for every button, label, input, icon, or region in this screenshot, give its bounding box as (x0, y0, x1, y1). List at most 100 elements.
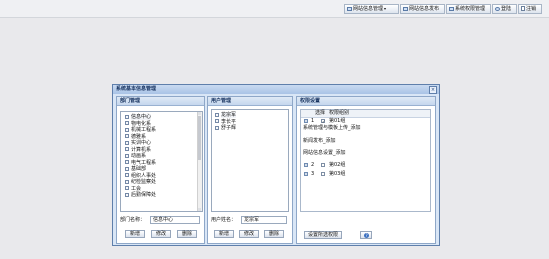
login-button[interactable]: 登陆 (492, 4, 517, 14)
user-delete-button[interactable]: 删除 (264, 230, 284, 238)
list-item-icon (215, 125, 219, 130)
list-item-label: 机械工程系 (131, 127, 157, 133)
system-permission-button[interactable]: 系统权限管理 (446, 4, 491, 14)
list-item-icon (125, 140, 129, 145)
list-item-label: 纪检监察处 (131, 179, 157, 185)
list-item-label: 计算机系 (131, 146, 152, 153)
dept-edit-button[interactable]: 修改 (151, 230, 171, 238)
top-toolbar: 网站信息管理▾ 网站信息发布 系统权限管理 登陆 注销 (0, 0, 549, 18)
toolbar-label: 网站信息发布 (409, 6, 440, 12)
list-item-icon (125, 160, 129, 164)
list-item-icon (125, 134, 129, 138)
dept-name-input[interactable]: 信息中心 (150, 216, 200, 224)
group-name: 第03组 (329, 171, 346, 177)
scroll-up-arrow[interactable] (198, 112, 201, 115)
col-group-header: 权限组别 (329, 110, 350, 116)
user-name-input[interactable]: 龙宗军 (241, 216, 287, 224)
list-item-icon (125, 179, 129, 184)
dept-add-button[interactable]: 新增 (125, 230, 145, 238)
list-item-label: 舒子辉 (221, 125, 237, 131)
user-panel: 用户管理 龙宗军 李长平 舒子辉 用户姓名： 龙宗军 新增 修改 删除 (207, 96, 293, 244)
window-icon (347, 6, 352, 11)
window-title: 系统基本信息管理 (116, 86, 157, 92)
permission-panel: 权限设置 选择 权限组别 1 ✓ 第01组 系统管理与模板上传_添加 新闻发布_… (296, 96, 436, 244)
row-1-detail-3: 网站信息设置_添加 (303, 150, 346, 156)
list-item-icon (125, 192, 129, 197)
set-permissions-button[interactable]: 设置所选权限 (304, 231, 342, 239)
window-icon (403, 6, 408, 11)
list-item-icon (215, 119, 219, 123)
list-item-icon (125, 166, 129, 171)
permission-row-1[interactable]: 1 ✓ 第01组 (301, 118, 430, 125)
list-item-icon (125, 114, 129, 119)
user-icon (495, 6, 500, 11)
list-item-label: 龙宗军 (221, 112, 237, 118)
help-icon: ? (364, 233, 369, 238)
list-item-label: 电气工程系 (131, 159, 157, 166)
list-item-label: 信息中心 (131, 114, 152, 120)
department-list-scrollbar[interactable] (197, 112, 202, 211)
list-item-label: 动画系 (131, 153, 147, 159)
toolbar-label: 注销 (526, 6, 537, 12)
list-item-icon (125, 173, 129, 177)
user-list[interactable]: 龙宗军 李长平 舒子辉 (211, 109, 289, 212)
window-title-bar[interactable]: 系统基本信息管理 (113, 85, 439, 94)
list-item-icon (125, 153, 129, 158)
permission-row-3[interactable]: 3 第03组 (301, 171, 430, 178)
grid-header: 选择 权限组别 (301, 110, 430, 118)
row-1-checkbox[interactable]: ✓ (321, 119, 325, 124)
user-add-button[interactable]: 新增 (214, 230, 234, 238)
row-1-detail-1: 系统管理与模板上传_添加 (303, 125, 361, 131)
basic-info-window: 系统基本信息管理 × 部门管理 信息中心 物电化系 机械工程系 德雅系 实训中心 计算机系… (112, 84, 440, 246)
row-number: 3 (311, 171, 315, 177)
toolbar-label: 系统权限管理 (455, 6, 486, 12)
dept-name-label: 部门名称： (120, 217, 146, 223)
expand-icon[interactable] (304, 119, 308, 123)
list-item[interactable]: 舒子辉 (215, 125, 288, 132)
list-item-label: 李长平 (221, 118, 237, 125)
department-list[interactable]: 信息中心 物电化系 机械工程系 德雅系 实训中心 计算机系 动画系 电气工程系 基础部 组织人事处… (120, 111, 203, 212)
permission-row-2[interactable]: 2 第02组 (301, 162, 430, 169)
window-icon (449, 6, 454, 11)
chevron-down-icon: ▾ (384, 6, 387, 11)
close-icon[interactable]: × (429, 86, 437, 94)
dropdown-label: 网站信息管理 (353, 6, 384, 12)
list-item-icon (215, 112, 219, 117)
site-info-publish-button[interactable]: 网站信息发布 (400, 4, 445, 14)
expand-icon[interactable] (304, 163, 308, 167)
scroll-down-arrow[interactable] (198, 208, 201, 211)
list-item-label: 后勤保障处 (131, 192, 157, 198)
dept-delete-button[interactable]: 删除 (177, 230, 197, 238)
department-panel-header: 部门管理 (117, 97, 204, 106)
row-number: 2 (311, 162, 315, 168)
expand-icon[interactable] (304, 172, 308, 176)
list-item-label: 工会 (131, 185, 142, 192)
scroll-thumb[interactable] (198, 116, 201, 160)
row-1-detail-2: 新闻发布_添加 (303, 138, 336, 144)
department-panel: 部门管理 信息中心 物电化系 机械工程系 德雅系 实训中心 计算机系 动画系 电气工程系 基础部… (116, 96, 205, 244)
site-info-manage-dropdown[interactable]: 网站信息管理▾ (344, 4, 399, 14)
permission-grid: 选择 权限组别 1 ✓ 第01组 系统管理与模板上传_添加 新闻发布_添加 网站… (300, 109, 431, 212)
list-item-label: 物电化系 (131, 120, 152, 127)
row-2-checkbox[interactable] (321, 163, 325, 167)
user-name-label: 用户姓名： (211, 217, 237, 223)
row-number: 1 (311, 118, 315, 124)
list-item-label: 基础部 (131, 166, 147, 172)
group-name: 第02组 (329, 162, 346, 168)
permission-panel-header: 权限设置 (297, 97, 435, 106)
group-name: 第01组 (329, 118, 346, 124)
list-item-icon (125, 186, 129, 190)
col-select-header: 选择 (315, 110, 326, 116)
list-item-label: 组织人事处 (131, 172, 157, 179)
row-3-checkbox[interactable] (321, 172, 325, 176)
file-icon (521, 6, 525, 11)
list-item-icon (125, 121, 129, 125)
help-button[interactable]: ? (360, 231, 372, 239)
user-edit-button[interactable]: 修改 (239, 230, 259, 238)
list-item-icon (125, 147, 129, 151)
logout-button[interactable]: 注销 (518, 4, 542, 14)
toolbar-label: 登陆 (501, 6, 512, 12)
list-item-label: 德雅系 (131, 133, 147, 140)
list-item-label: 实训中心 (131, 140, 152, 146)
list-item[interactable]: 后勤保障处 (125, 192, 202, 199)
